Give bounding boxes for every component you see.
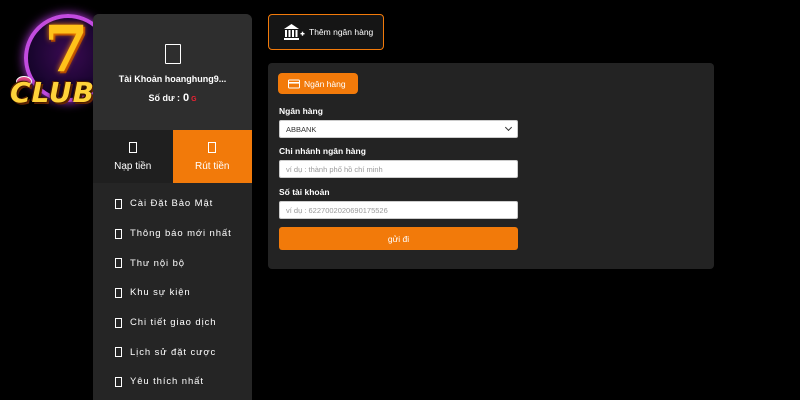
menu-item-label: Thông báo mới nhất — [130, 228, 232, 240]
menu-icon — [115, 317, 122, 328]
branch-label: Chi nhánh ngân hàng — [279, 146, 366, 156]
deposit-icon — [128, 141, 137, 153]
section-pill-label: Ngân hàng — [304, 78, 346, 89]
profile-card: Tài Khoản hoanghung9... Số dư :0G — [93, 14, 252, 130]
menu-item-label: Lịch sử đặt cược — [130, 346, 217, 358]
menu-item-inbox[interactable]: Thư nội bộ — [93, 248, 252, 278]
account-number-label: Số tài khoản — [279, 187, 330, 197]
add-bank-button[interactable]: Thêm ngân hàng — [268, 14, 384, 50]
tab-deposit[interactable]: Nạp tiền — [93, 130, 173, 183]
account-menu: Cài Đặt Bảo Mật Thông báo mới nhất Thư n… — [93, 183, 252, 397]
account-number-input[interactable] — [279, 201, 518, 219]
menu-icon — [115, 376, 122, 387]
menu-icon — [115, 258, 122, 269]
bank-select-value: ABBANK — [286, 124, 317, 134]
balance-label: Số dư : — [148, 93, 180, 103]
tab-deposit-label: Nạp tiền — [114, 160, 152, 172]
bank-form-card: Ngân hàng Ngân hàng ABBANK Chi nhánh ngâ… — [268, 63, 714, 269]
menu-item-label: Cài Đặt Bảo Mật — [130, 198, 214, 210]
add-bank-label: Thêm ngân hàng — [309, 27, 374, 37]
branch-input[interactable] — [279, 160, 518, 178]
menu-icon — [115, 228, 122, 239]
account-name: Tài Khoản hoanghung9... — [118, 74, 227, 84]
menu-icon — [115, 198, 122, 209]
user-icon — [165, 44, 181, 64]
menu-item-label: Yêu thích nhất — [130, 376, 204, 388]
logo-seven: 7 — [44, 12, 89, 87]
menu-item-security[interactable]: Cài Đặt Bảo Mật — [93, 189, 252, 219]
menu-item-events[interactable]: Khu sự kiện — [93, 278, 252, 308]
card-icon — [288, 79, 300, 88]
menu-item-transactions[interactable]: Chi tiết giao dịch — [93, 308, 252, 338]
bank-select[interactable]: ABBANK — [279, 120, 518, 138]
logo-club: CLUB — [10, 76, 95, 109]
refresh-balance-icon[interactable]: G — [191, 96, 196, 103]
menu-item-notifications[interactable]: Thông báo mới nhất — [93, 219, 252, 249]
tab-withdraw[interactable]: Rút tiền — [172, 130, 252, 183]
submit-button[interactable]: gửi đi — [279, 227, 518, 250]
menu-item-label: Thư nội bộ — [130, 257, 185, 269]
tab-withdraw-label: Rút tiền — [195, 160, 230, 172]
wallet-tabs: Nạp tiền Rút tiền — [93, 130, 252, 183]
menu-icon — [115, 287, 122, 298]
chevron-down-icon — [504, 123, 513, 132]
balance-row: Số dư :0G — [93, 92, 252, 104]
section-pill: Ngân hàng — [278, 73, 358, 94]
bank-plus-icon — [284, 24, 305, 40]
menu-icon — [115, 347, 122, 358]
account-sidebar: Tài Khoản hoanghung9... Số dư :0G Nạp ti… — [93, 14, 252, 400]
withdraw-icon — [208, 141, 217, 153]
balance-value: 0 — [182, 92, 190, 104]
menu-item-label: Khu sự kiện — [130, 287, 191, 299]
menu-item-bet-history[interactable]: Lịch sử đặt cược — [93, 337, 252, 367]
menu-item-favorites[interactable]: Yêu thích nhất — [93, 367, 252, 397]
bank-label: Ngân hàng — [279, 106, 323, 116]
menu-item-label: Chi tiết giao dịch — [130, 317, 217, 329]
